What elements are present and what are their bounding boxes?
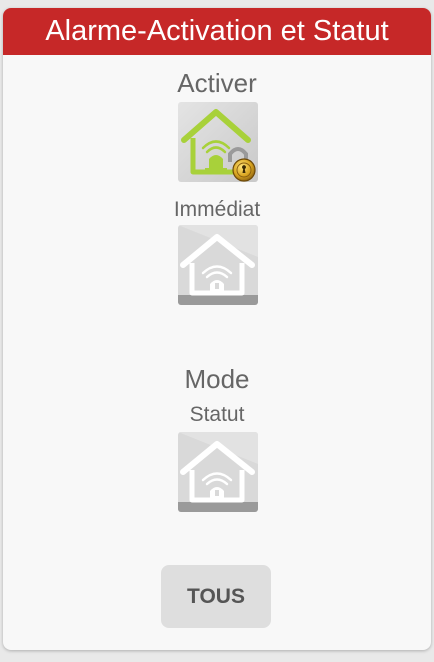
activer-tile[interactable] [178, 102, 258, 182]
immediat-tile[interactable] [178, 225, 258, 305]
statut-tile[interactable] [178, 432, 258, 512]
house-alarm-icon [178, 432, 258, 512]
mode-label: Mode [184, 364, 250, 394]
activer-label: Activer [177, 68, 257, 98]
statut-label: Statut [189, 403, 245, 426]
house-alarm-icon [178, 225, 258, 305]
alarm-card: Alarme-Activation et Statut Activer Immé… [3, 8, 431, 650]
card-title: Alarme-Activation et Statut [3, 8, 431, 55]
immediat-label: Immédiat [173, 198, 261, 221]
house-alarm-armed-padlock-icon [178, 102, 258, 182]
tous-button[interactable]: TOUS [161, 565, 271, 628]
